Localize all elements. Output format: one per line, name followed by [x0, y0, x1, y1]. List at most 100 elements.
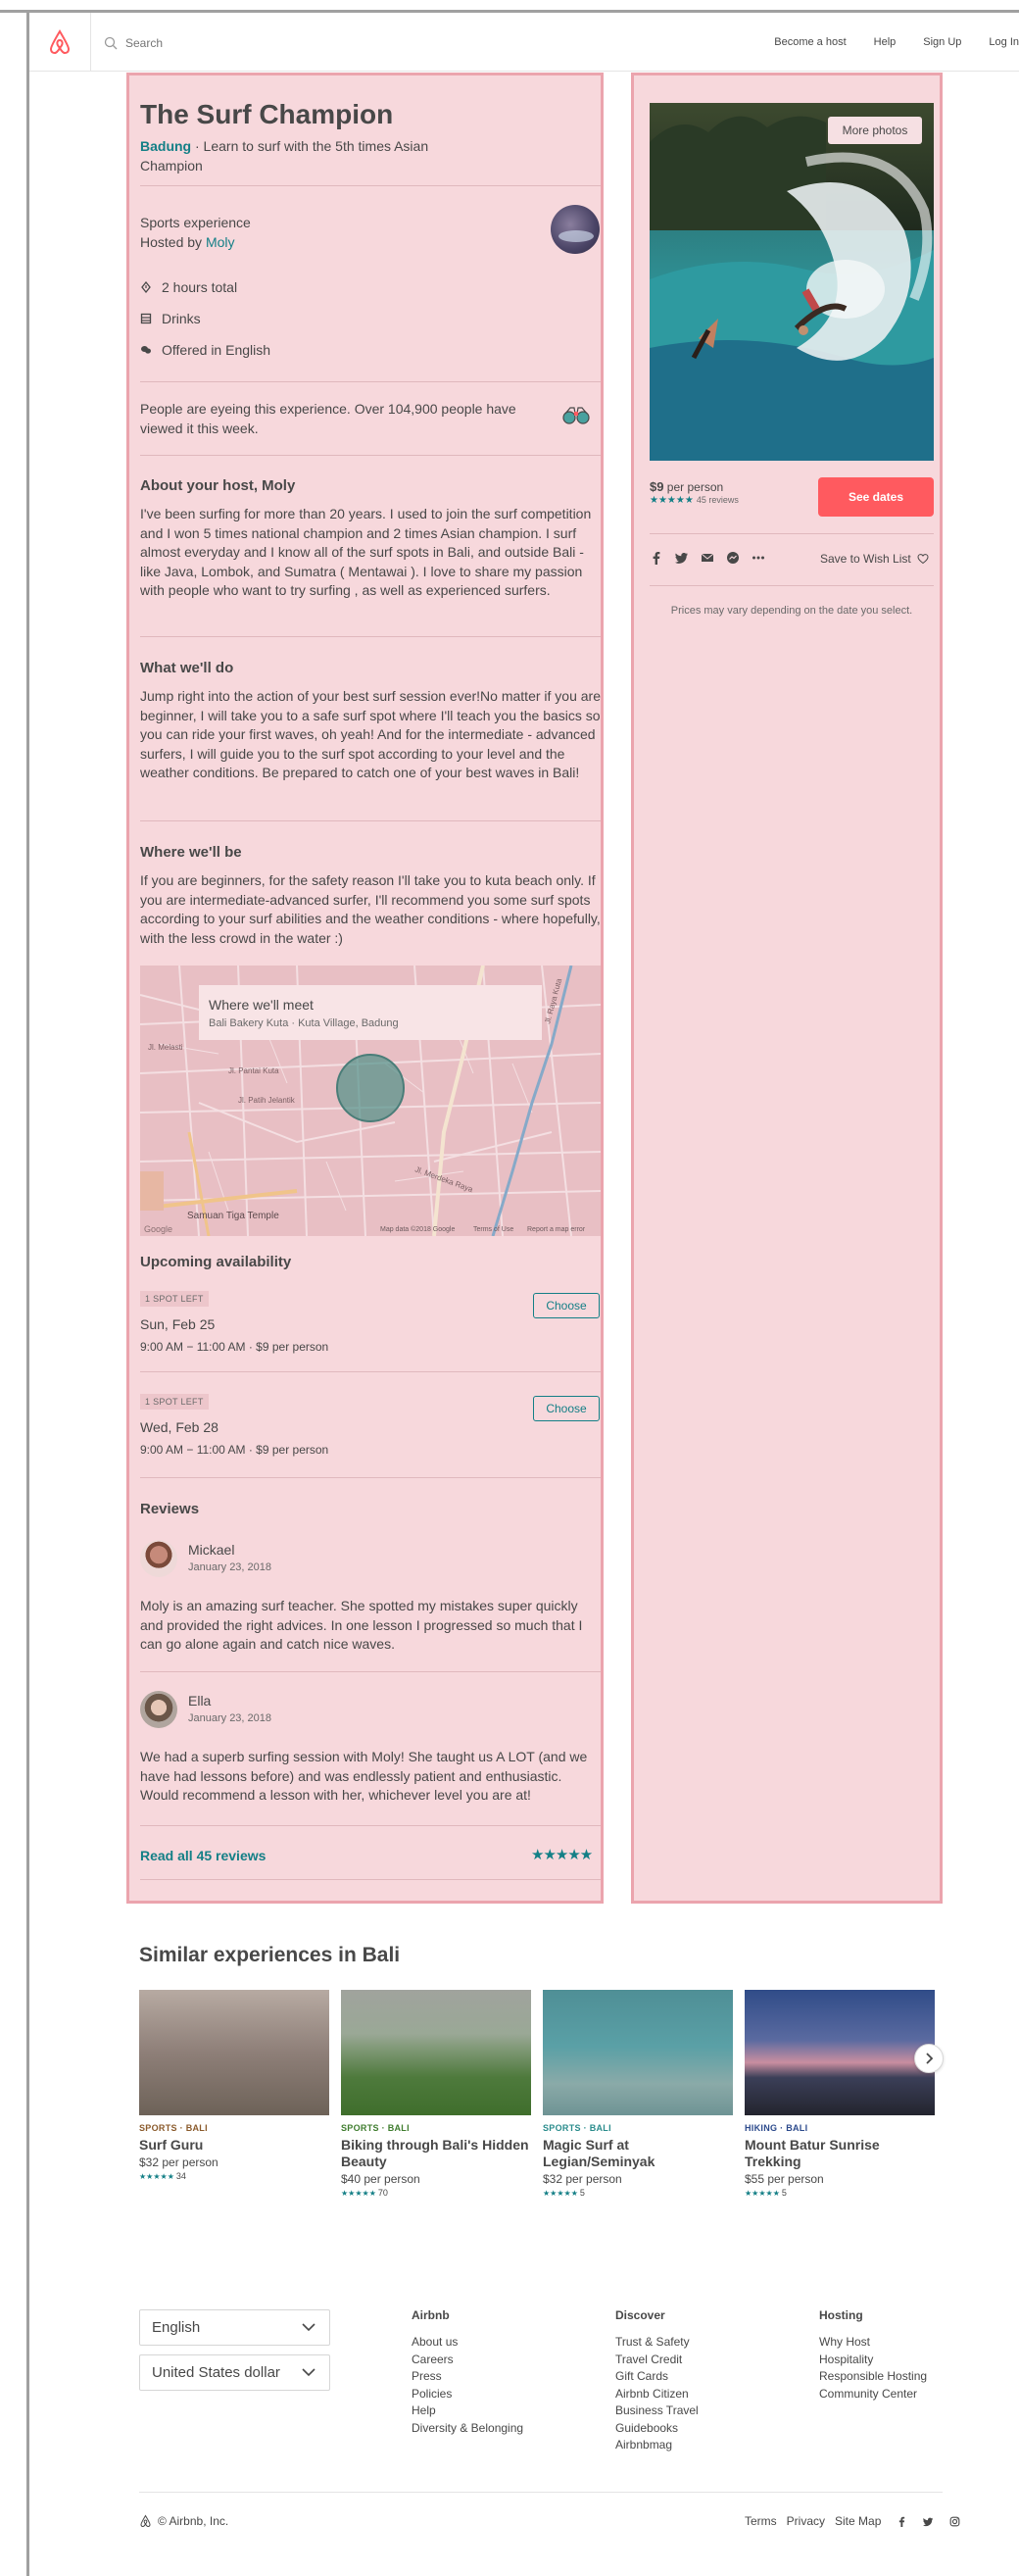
map-street-label: Jl. Pantai Kuta [228, 1066, 279, 1075]
speech-bubble-icon [141, 346, 151, 354]
language-select[interactable]: English [139, 2309, 330, 2346]
availability-heading: Upcoming availability [140, 1254, 292, 1270]
divider [140, 455, 601, 456]
experience-card-title: Biking through Bali's Hidden Beauty [341, 2137, 529, 2169]
search-input[interactable] [125, 36, 380, 50]
hosted-by: Hosted by Moly [140, 234, 235, 250]
map-report-link[interactable]: Report a map error [527, 1226, 585, 1233]
carousel-next-button[interactable] [914, 2044, 944, 2073]
heart-icon [917, 554, 929, 565]
header-nav: Become a host Help Sign Up Log In [747, 13, 1019, 72]
divider [140, 185, 601, 186]
experience-card[interactable]: SPORTS · BALI Magic Surf at Legian/Semin… [543, 1990, 733, 2198]
facebook-icon[interactable] [897, 2516, 907, 2527]
footer-link[interactable]: Airbnb Citizen [615, 2386, 699, 2403]
host-avatar[interactable] [551, 205, 600, 254]
footer-link[interactable]: Hospitality [819, 2352, 927, 2369]
email-icon[interactable] [701, 551, 714, 565]
footer-link[interactable]: Responsible Hosting [819, 2368, 927, 2386]
footer-link[interactable]: Help [412, 2403, 523, 2420]
review-date: January 23, 2018 [188, 1561, 272, 1573]
price-per-person: $9 per person [650, 479, 724, 494]
map-temple-label: Samuan Tiga Temple [187, 1211, 279, 1221]
choose-slot-button[interactable]: Choose [533, 1396, 600, 1421]
experience-card[interactable]: HIKING · BALI Mount Batur Sunrise Trekki… [745, 1990, 935, 2198]
google-logo: Google [144, 1224, 173, 1234]
map-terms-link[interactable]: Terms of Use [473, 1226, 513, 1233]
booking-rating: ★★★★★ 45 reviews [650, 495, 739, 506]
footer-link[interactable]: Guidebooks [615, 2420, 699, 2438]
reviews-heading: Reviews [140, 1501, 200, 1517]
experience-details-panel: The Surf Champion Badung · Learn to surf… [126, 73, 604, 1904]
experience-location-link[interactable]: Badung [140, 138, 191, 154]
twitter-icon[interactable] [675, 551, 689, 565]
footer-link[interactable]: Policies [412, 2386, 523, 2403]
experience-card-rating: ★★★★★ 5 [745, 2188, 787, 2198]
experience-card[interactable]: SPORTS · BALI Biking through Bali's Hidd… [341, 1990, 531, 2198]
reviewer-avatar[interactable] [140, 1691, 177, 1728]
footer-link[interactable]: Travel Credit [615, 2352, 699, 2369]
divider [140, 1671, 601, 1672]
footer-link[interactable]: Careers [412, 2352, 523, 2369]
meeting-map[interactable]: Jl. Melasti Jl. Pantai Kuta Jl. Merdeka … [140, 966, 601, 1236]
clock-icon [141, 281, 151, 293]
experience-card-category: SPORTS · BALI [341, 2123, 410, 2133]
twitter-icon[interactable] [923, 2516, 934, 2527]
meeting-point-address: Bali Bakery Kuta · Kuta Village, Badung [209, 1017, 399, 1029]
footer-link[interactable]: Community Center [819, 2386, 927, 2403]
reviewer-avatar[interactable] [140, 1540, 177, 1577]
save-to-wishlist[interactable]: Save to Wish List [820, 552, 929, 566]
footer-link[interactable]: Trust & Safety [615, 2334, 699, 2352]
popularity-notice: People are eyeing this experience. Over … [140, 401, 516, 436]
footer-link[interactable]: Airbnbmag [615, 2437, 699, 2454]
more-photos-button[interactable]: More photos [828, 117, 922, 144]
experience-card-price: $32 per person [139, 2155, 218, 2169]
map-footer: Google Map data ©2018 Google Terms of Us… [140, 1224, 601, 1236]
experience-card[interactable]: SPORTS · BALI Surf Guru $32 per person ★… [139, 1990, 329, 2181]
footer-link[interactable]: Press [412, 2368, 523, 2386]
footer-sitemap-link[interactable]: Site Map [835, 2514, 881, 2528]
experience-type: Sports experience [140, 215, 251, 230]
chevron-down-icon [302, 2323, 315, 2332]
divider [140, 1371, 601, 1372]
footer-terms-link[interactable]: Terms [745, 2514, 777, 2528]
more-options-icon[interactable] [752, 551, 765, 565]
see-dates-button[interactable]: See dates [818, 477, 934, 517]
footer-link[interactable]: Business Travel [615, 2403, 699, 2420]
airbnb-logo-icon[interactable] [47, 28, 73, 56]
host-name-link[interactable]: Moly [206, 234, 235, 250]
messenger-icon[interactable] [726, 551, 740, 565]
currency-select[interactable]: United States dollar [139, 2354, 330, 2391]
search-icon [104, 36, 118, 50]
footer-column-airbnb: Airbnb About us Careers Press Policies H… [412, 2308, 523, 2437]
facebook-icon[interactable] [650, 551, 663, 565]
experience-card-image [341, 1990, 531, 2115]
hero-photo[interactable]: More photos [650, 103, 934, 461]
read-all-reviews-link[interactable]: Read all 45 reviews [140, 1848, 266, 1863]
experience-card-rating: ★★★★★ 70 [341, 2188, 388, 2198]
divider [140, 1879, 601, 1880]
window-frame-left [26, 10, 29, 2576]
footer-link[interactable]: Why Host [819, 2334, 927, 2352]
nav-sign-up[interactable]: Sign Up [923, 36, 961, 48]
drinks-icon [140, 313, 152, 324]
nav-become-host[interactable]: Become a host [774, 36, 846, 48]
nav-help[interactable]: Help [874, 36, 897, 48]
slot-date: Sun, Feb 25 [140, 1316, 216, 1332]
divider [650, 585, 934, 586]
experience-card-price: $32 per person [543, 2172, 622, 2186]
instagram-icon[interactable] [949, 2516, 960, 2527]
experience-card-category: SPORTS · BALI [543, 2123, 611, 2133]
divider [140, 1825, 601, 1826]
footer-link[interactable]: About us [412, 2334, 523, 2352]
map-data-credit: Map data ©2018 Google [380, 1226, 456, 1233]
search-bar[interactable] [104, 32, 398, 54]
choose-slot-button[interactable]: Choose [533, 1293, 600, 1318]
footer-link[interactable]: Diversity & Belonging [412, 2420, 523, 2438]
binoculars-icon [562, 407, 590, 424]
top-header: Become a host Help Sign Up Log In [29, 13, 1019, 72]
footer-link[interactable]: Gift Cards [615, 2368, 699, 2386]
experience-card-title: Surf Guru [139, 2137, 204, 2153]
footer-privacy-link[interactable]: Privacy [787, 2514, 825, 2528]
nav-log-in[interactable]: Log In [989, 36, 1019, 48]
